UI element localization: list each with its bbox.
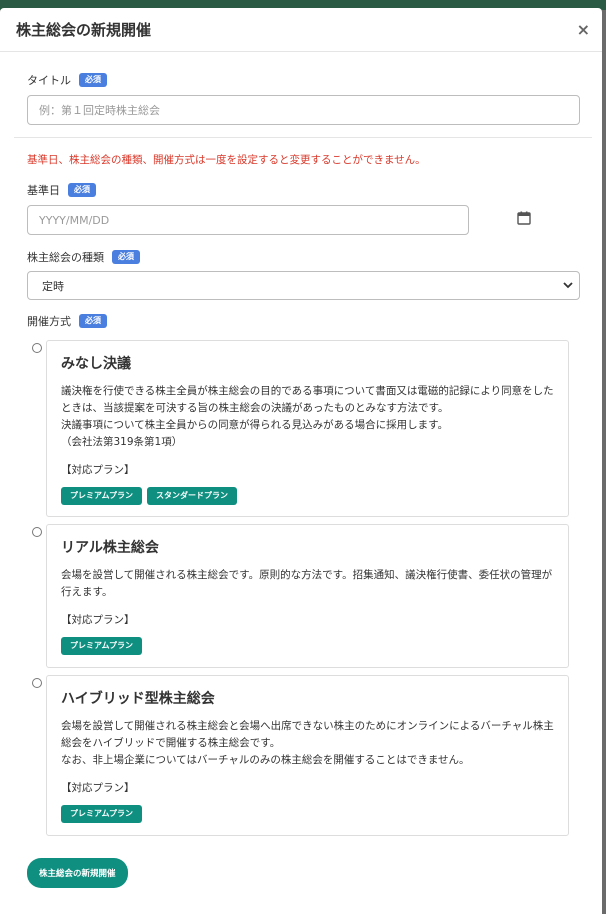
method-card[interactable]: みなし決議 議決権を行使できる株主全員が株主総会の目的である事項について書面又は… <box>46 340 569 517</box>
required-badge: 必須 <box>79 314 107 328</box>
plans-label: 【対応プラン】 <box>61 464 135 476</box>
type-label: 株主総会の種類 <box>27 251 104 264</box>
plans-label: 【対応プラン】 <box>61 782 135 794</box>
required-badge: 必須 <box>68 183 96 197</box>
title-label: タイトル <box>27 74 71 87</box>
method-title: みなし決議 <box>61 356 131 372</box>
required-badge: 必須 <box>112 250 140 264</box>
plan-badge-standard: スタンダードプラン <box>146 487 237 505</box>
close-button[interactable]: × <box>577 20 590 39</box>
method-option-real: リアル株主総会 会場を設営して開催される株主総会です。原則的な方法です。招集通知… <box>0 524 602 668</box>
modal-title: 株主総会の新規開催 <box>16 21 152 39</box>
method-radio-minashi[interactable] <box>32 343 42 353</box>
method-description: 会場を設営して開催される株主総会です。原則的な方法です。招集通知、議決権行使書、… <box>61 569 553 598</box>
method-card[interactable]: ハイブリッド型株主総会 会場を設営して開催される株主総会と会場へ出席できない株主… <box>46 675 569 836</box>
title-input[interactable] <box>27 95 580 125</box>
method-label: 開催方式 <box>27 315 71 328</box>
title-field-group: タイトル 必須 <box>0 72 602 125</box>
method-title: ハイブリッド型株主総会 <box>61 691 215 707</box>
chevron-down-icon <box>563 282 573 289</box>
create-meeting-button[interactable]: 株主総会の新規開催 <box>27 858 128 888</box>
plan-badges: プレミアムプラン スタンダードプラン <box>61 487 554 505</box>
method-description: 議決権を行使できる株主全員が株主総会の目的である事項について書面又は電磁的記録に… <box>61 385 554 448</box>
method-radio-hybrid[interactable] <box>32 678 42 688</box>
required-badge: 必須 <box>79 73 107 87</box>
plan-badges: プレミアムプラン <box>61 805 554 823</box>
warning-text: 基準日、株主総会の種類、開催方式は一度を設定すると変更することができません。 <box>27 154 426 166</box>
plan-badge-premium: プレミアムプラン <box>61 487 142 505</box>
method-card[interactable]: リアル株主総会 会場を設営して開催される株主総会です。原則的な方法です。招集通知… <box>46 524 569 668</box>
method-title: リアル株主総会 <box>61 540 159 556</box>
date-label-row: 基準日 必須 <box>27 182 580 198</box>
date-field-group: 基準日 必須 <box>0 182 602 235</box>
divider <box>14 137 592 138</box>
meeting-type-select[interactable]: 定時 <box>27 271 580 300</box>
method-option-minashi: みなし決議 議決権を行使できる株主全員が株主総会の目的である事項について書面又は… <box>0 340 602 517</box>
date-label: 基準日 <box>27 184 60 197</box>
type-label-row: 株主総会の種類 必須 <box>27 249 580 265</box>
method-field-group: 開催方式 必須 <box>0 313 602 329</box>
plan-badges: プレミアムプラン <box>61 637 554 655</box>
method-label-row: 開催方式 必須 <box>27 313 580 329</box>
plans-label: 【対応プラン】 <box>61 614 135 626</box>
title-label-row: タイトル 必須 <box>27 72 580 88</box>
plan-badge-premium: プレミアムプラン <box>61 805 142 823</box>
method-description: 会場を設営して開催される株主総会と会場へ出席できない株主のためにオンラインによる… <box>61 720 554 766</box>
method-option-hybrid: ハイブリッド型株主総会 会場を設営して開催される株主総会と会場へ出席できない株主… <box>0 675 602 836</box>
type-field-group: 株主総会の種類 必須 定時 <box>0 249 602 300</box>
new-meeting-modal: 株主総会の新規開催 × タイトル 必須 基準日、株主総会の種類、開催方式は一度を… <box>0 8 602 914</box>
date-input[interactable] <box>27 205 469 235</box>
method-radio-real[interactable] <box>32 527 42 537</box>
calendar-icon[interactable] <box>517 211 531 225</box>
modal-header: 株主総会の新規開催 × <box>0 8 602 52</box>
plan-badge-premium: プレミアムプラン <box>61 637 142 655</box>
selected-type: 定時 <box>42 279 64 293</box>
